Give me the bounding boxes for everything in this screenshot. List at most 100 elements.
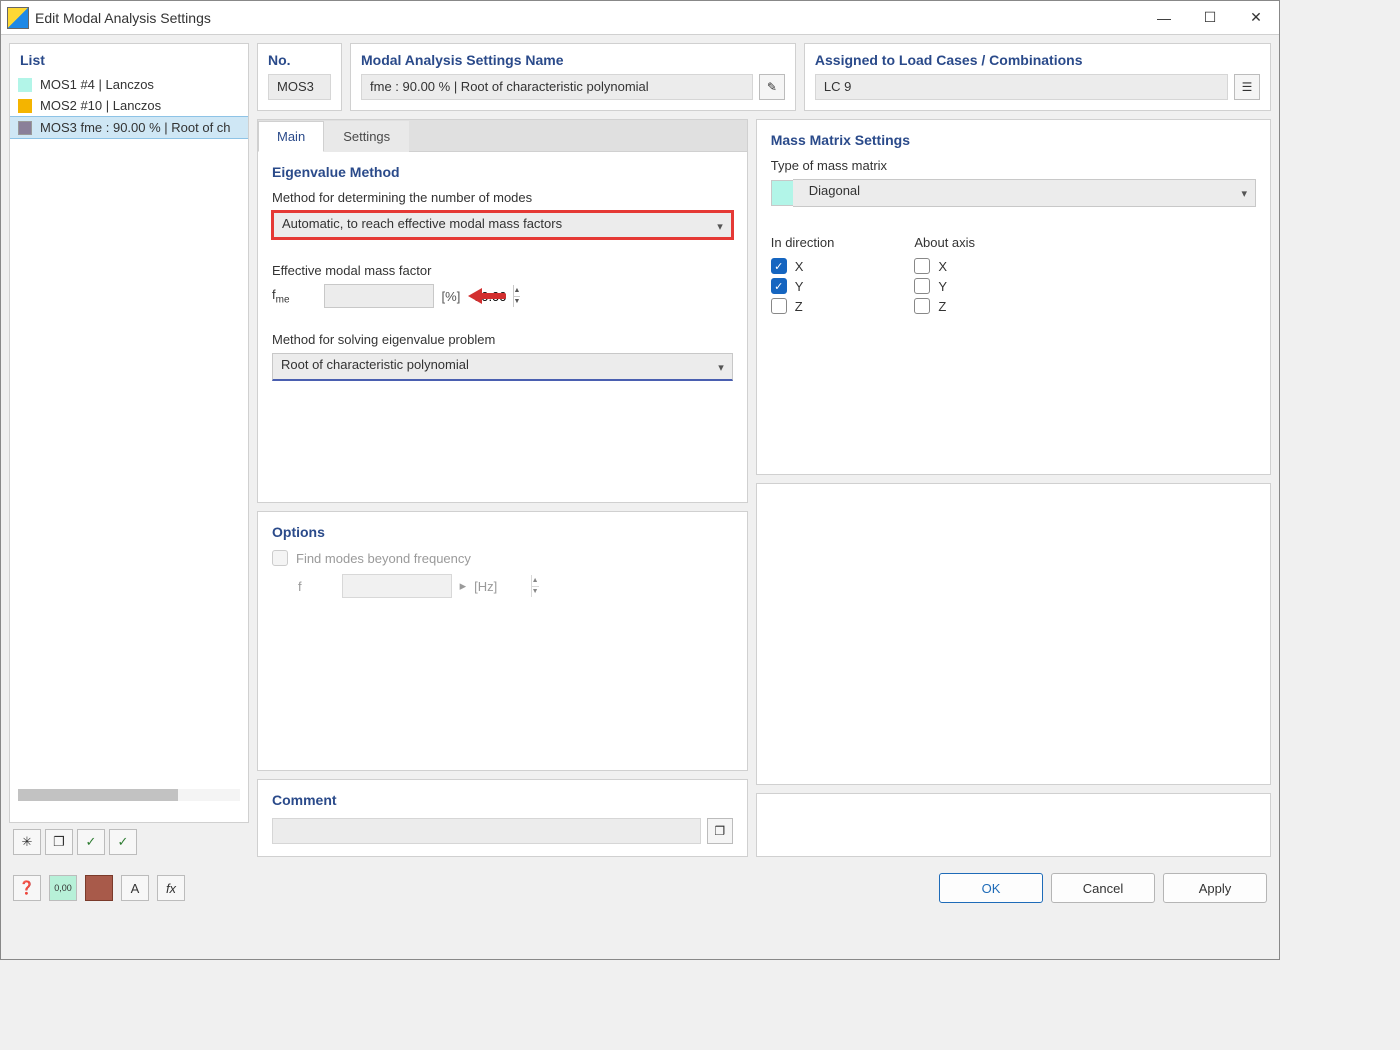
- tabstrip: Main Settings: [258, 120, 747, 152]
- check-refresh-icon: ✓: [118, 834, 129, 850]
- font-button[interactable]: A: [121, 875, 149, 901]
- cancel-button[interactable]: Cancel: [1051, 873, 1155, 903]
- in-direction-label: In direction: [771, 235, 835, 250]
- fme-symbol: fme: [272, 287, 290, 306]
- window-title: Edit Modal Analysis Settings: [35, 10, 1141, 26]
- name-label: Modal Analysis Settings Name: [361, 52, 785, 68]
- pencil-icon: ✎: [767, 80, 777, 94]
- eigen-group: Eigenvalue Method Method for determining…: [258, 152, 747, 393]
- find-modes-label: Find modes beyond frequency: [296, 551, 471, 566]
- fme-spinner[interactable]: ▲ ▼: [324, 284, 434, 308]
- comment-input[interactable]: [272, 818, 701, 844]
- find-modes-checkbox[interactable]: [272, 550, 288, 566]
- f-symbol: f: [298, 579, 302, 594]
- name-input[interactable]: fme : 90.00 % | Root of characteristic p…: [361, 74, 753, 100]
- tabs-col-left: Main Settings Eigenvalue Method Method f…: [257, 119, 748, 857]
- dir-x-checkbox[interactable]: ✓: [771, 258, 787, 274]
- assigned-label: Assigned to Load Cases / Combinations: [815, 52, 1260, 68]
- content: List MOS1 #4 | Lanczos MOS2 #10 | Lanczo…: [1, 35, 1279, 865]
- dir-z-checkbox[interactable]: [771, 298, 787, 314]
- left-toolbar: ✳ ❐ ✓ ✓: [9, 823, 249, 857]
- units-icon: 0,00: [54, 883, 72, 893]
- fx-button[interactable]: fx: [157, 875, 185, 901]
- tabs-body: Main Settings Eigenvalue Method Method f…: [257, 119, 748, 503]
- edit-name-button[interactable]: ✎: [759, 74, 785, 100]
- about-axis-label: About axis: [914, 235, 975, 250]
- list-item-mos1[interactable]: MOS1 #4 | Lanczos: [10, 74, 248, 95]
- new-icon: ✳: [22, 834, 33, 850]
- top-fields: No. MOS3 Modal Analysis Settings Name fm…: [257, 43, 1271, 111]
- axis-x-label: X: [938, 259, 947, 274]
- new-button[interactable]: ✳: [13, 829, 41, 855]
- check-icon: ✓: [86, 834, 97, 850]
- axis-col: About axis X Y Z: [914, 235, 975, 318]
- name-panel: Modal Analysis Settings Name fme : 90.00…: [350, 43, 796, 111]
- chevron-down-icon: ▾: [718, 361, 724, 374]
- solver-label: Method for solving eigenvalue problem: [272, 332, 733, 347]
- modes-method-label: Method for determining the number of mod…: [272, 190, 733, 205]
- list-icon: ☰: [1242, 80, 1253, 94]
- comment-title: Comment: [272, 792, 733, 808]
- color-swatch: [18, 121, 32, 135]
- axis-y-label: Y: [938, 279, 947, 294]
- dir-y-checkbox[interactable]: ✓: [771, 278, 787, 294]
- axis-x-checkbox[interactable]: [914, 258, 930, 274]
- list-items: MOS1 #4 | Lanczos MOS2 #10 | Lanczos MOS…: [10, 74, 248, 139]
- assigned-edit-button[interactable]: ☰: [1234, 74, 1260, 100]
- options-title: Options: [272, 524, 733, 540]
- assigned-panel: Assigned to Load Cases / Combinations LC…: [804, 43, 1271, 111]
- footer: ❓ 0,00 A fx OK Cancel Apply: [1, 865, 1279, 913]
- minimize-button[interactable]: —: [1141, 1, 1187, 35]
- mass-type-select[interactable]: Diagonal ▾: [793, 179, 1256, 207]
- list-header: List: [10, 44, 248, 74]
- comment-copy-button[interactable]: ❐: [707, 818, 733, 844]
- help-icon: ❓: [19, 880, 35, 896]
- mass-type-value: Diagonal: [809, 183, 860, 198]
- mass-type-label: Type of mass matrix: [771, 158, 1256, 173]
- list-item-mos2[interactable]: MOS2 #10 | Lanczos: [10, 95, 248, 116]
- color-button[interactable]: [85, 875, 113, 901]
- tab-settings[interactable]: Settings: [324, 121, 409, 152]
- eigen-title: Eigenvalue Method: [272, 164, 733, 180]
- fme-label: Effective modal mass factor: [272, 263, 733, 278]
- help-button[interactable]: ❓: [13, 875, 41, 901]
- no-value: MOS3: [268, 74, 331, 100]
- mass-title: Mass Matrix Settings: [771, 132, 1256, 148]
- mass-color-swatch: [771, 180, 793, 206]
- tab-main[interactable]: Main: [258, 121, 324, 152]
- no-panel: No. MOS3: [257, 43, 342, 111]
- tabs-row: Main Settings Eigenvalue Method Method f…: [257, 119, 1271, 857]
- check-button-1[interactable]: ✓: [77, 829, 105, 855]
- spin-down-icon[interactable]: ▼: [513, 297, 521, 308]
- axis-y-checkbox[interactable]: [914, 278, 930, 294]
- font-icon: A: [131, 881, 140, 896]
- annotation-arrow: [468, 287, 510, 305]
- left-panel: List MOS1 #4 | Lanczos MOS2 #10 | Lanczo…: [9, 43, 249, 857]
- list-item-label: MOS2 #10 | Lanczos: [40, 98, 161, 113]
- direction-col: In direction ✓X ✓Y Z: [771, 235, 835, 318]
- assigned-input[interactable]: LC 9: [815, 74, 1228, 100]
- list-item-mos3[interactable]: MOS3 fme : 90.00 % | Root of ch: [10, 116, 248, 139]
- spin-up-icon[interactable]: ▲: [513, 285, 521, 297]
- mass-panel: Mass Matrix Settings Type of mass matrix…: [756, 119, 1271, 475]
- ok-button[interactable]: OK: [939, 873, 1043, 903]
- close-button[interactable]: ✕: [1233, 1, 1279, 35]
- titlebar: Edit Modal Analysis Settings — ☐ ✕: [1, 1, 1279, 35]
- axis-z-label: Z: [938, 299, 946, 314]
- fme-unit: [%]: [442, 289, 461, 304]
- units-button[interactable]: 0,00: [49, 875, 77, 901]
- maximize-button[interactable]: ☐: [1187, 1, 1233, 35]
- list-h-scrollbar[interactable]: [18, 789, 240, 801]
- solver-select[interactable]: Root of characteristic polynomial ▾: [272, 353, 733, 381]
- fx-icon: fx: [166, 881, 176, 896]
- spin-up-icon: ▲: [531, 575, 539, 587]
- list-item-label: MOS3 fme : 90.00 % | Root of ch: [40, 120, 231, 135]
- axis-z-checkbox[interactable]: [914, 298, 930, 314]
- apply-button[interactable]: Apply: [1163, 873, 1267, 903]
- modes-method-select[interactable]: Automatic, to reach effective modal mass…: [272, 211, 733, 239]
- list-panel: List MOS1 #4 | Lanczos MOS2 #10 | Lanczo…: [9, 43, 249, 823]
- right-col: Mass Matrix Settings Type of mass matrix…: [756, 119, 1271, 857]
- copy-button[interactable]: ❐: [45, 829, 73, 855]
- check-button-2[interactable]: ✓: [109, 829, 137, 855]
- f-input: [343, 575, 531, 597]
